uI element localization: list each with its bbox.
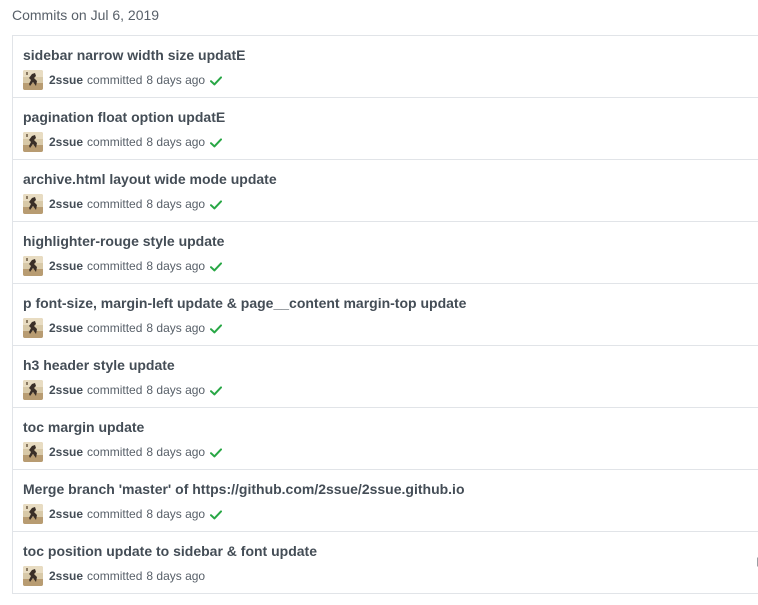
commit-relative-time: 8 days ago bbox=[146, 507, 206, 521]
commit-row: h3 header style update 2ssue committed 8… bbox=[12, 346, 758, 408]
commit-group-date-heading: Commits on Jul 6, 2019 bbox=[12, 7, 160, 23]
commit-row: archive.html layout wide mode update 2ss… bbox=[12, 160, 758, 222]
commit-author-link[interactable]: 2ssue bbox=[49, 445, 83, 459]
commit-list: sidebar narrow width size updatE 2ssue c… bbox=[12, 35, 758, 594]
commit-author-link[interactable]: 2ssue bbox=[49, 383, 83, 397]
author-avatar[interactable] bbox=[23, 442, 43, 462]
commit-message-link[interactable]: pagination float option updatE bbox=[23, 108, 225, 126]
commit-verb: committed bbox=[87, 73, 143, 87]
commit-row: highlighter-rouge style update 2ssue com… bbox=[12, 222, 758, 284]
commit-meta: 2ssue committed 8 days ago bbox=[23, 70, 223, 90]
commit-verb: committed bbox=[87, 321, 143, 335]
commit-meta: 2ssue committed 8 days ago bbox=[23, 318, 223, 338]
commit-author-link[interactable]: 2ssue bbox=[49, 73, 83, 87]
commit-verb: committed bbox=[87, 135, 143, 149]
commit-relative-time: 8 days ago bbox=[146, 259, 206, 273]
commit-message-link[interactable]: toc margin update bbox=[23, 418, 144, 436]
commit-row: toc position update to sidebar & font up… bbox=[12, 532, 758, 594]
commit-verb: committed bbox=[87, 445, 143, 459]
commit-meta: 2ssue committed 8 days ago bbox=[23, 194, 223, 214]
commit-row: Merge branch 'master' of https://github.… bbox=[12, 470, 758, 532]
author-avatar[interactable] bbox=[23, 194, 43, 214]
author-avatar[interactable] bbox=[23, 380, 43, 400]
check-icon[interactable] bbox=[210, 137, 223, 148]
commit-meta: 2ssue committed 8 days ago bbox=[23, 442, 223, 462]
commit-message-link[interactable]: h3 header style update bbox=[23, 356, 175, 374]
check-icon[interactable] bbox=[210, 199, 223, 210]
commit-relative-time: 8 days ago bbox=[146, 569, 206, 583]
check-icon[interactable] bbox=[210, 261, 223, 272]
commit-row: p font-size, margin-left update & page__… bbox=[12, 284, 758, 346]
author-avatar[interactable] bbox=[23, 504, 43, 524]
check-icon[interactable] bbox=[210, 75, 223, 86]
check-icon[interactable] bbox=[210, 447, 223, 458]
commit-meta: 2ssue committed 8 days ago bbox=[23, 380, 223, 400]
commit-row: pagination float option updatE 2ssue com… bbox=[12, 98, 758, 160]
author-avatar[interactable] bbox=[23, 566, 43, 586]
commit-row: sidebar narrow width size updatE 2ssue c… bbox=[12, 36, 758, 98]
check-icon[interactable] bbox=[210, 385, 223, 396]
commit-author-link[interactable]: 2ssue bbox=[49, 507, 83, 521]
commit-relative-time: 8 days ago bbox=[146, 383, 206, 397]
commit-verb: committed bbox=[87, 383, 143, 397]
commit-row: toc margin update 2ssue committed 8 days… bbox=[12, 408, 758, 470]
commit-relative-time: 8 days ago bbox=[146, 321, 206, 335]
commit-author-link[interactable]: 2ssue bbox=[49, 321, 83, 335]
commit-author-link[interactable]: 2ssue bbox=[49, 135, 83, 149]
commit-meta: 2ssue committed 8 days ago bbox=[23, 132, 223, 152]
commit-relative-time: 8 days ago bbox=[146, 197, 206, 211]
commit-verb: committed bbox=[87, 259, 143, 273]
author-avatar[interactable] bbox=[23, 70, 43, 90]
commit-relative-time: 8 days ago bbox=[146, 135, 206, 149]
commit-message-link[interactable]: p font-size, margin-left update & page__… bbox=[23, 294, 466, 312]
commit-meta: 2ssue committed 8 days ago bbox=[23, 504, 223, 524]
author-avatar[interactable] bbox=[23, 132, 43, 152]
commit-message-link[interactable]: sidebar narrow width size updatE bbox=[23, 46, 245, 64]
commit-verb: committed bbox=[87, 197, 143, 211]
commit-meta: 2ssue committed 8 days ago bbox=[23, 256, 223, 276]
commit-verb: committed bbox=[87, 569, 143, 583]
author-avatar[interactable] bbox=[23, 318, 43, 338]
check-icon[interactable] bbox=[210, 509, 223, 520]
commit-meta: 2ssue committed 8 days ago bbox=[23, 566, 205, 586]
author-avatar[interactable] bbox=[23, 256, 43, 276]
commit-message-link[interactable]: toc position update to sidebar & font up… bbox=[23, 542, 317, 560]
commit-relative-time: 8 days ago bbox=[146, 73, 206, 87]
commit-author-link[interactable]: 2ssue bbox=[49, 197, 83, 211]
commit-message-link[interactable]: archive.html layout wide mode update bbox=[23, 170, 277, 188]
commit-relative-time: 8 days ago bbox=[146, 445, 206, 459]
commit-history-page: Commits on Jul 6, 2019 sidebar narrow wi… bbox=[0, 0, 758, 605]
commit-author-link[interactable]: 2ssue bbox=[49, 259, 83, 273]
commit-message-link[interactable]: highlighter-rouge style update bbox=[23, 232, 224, 250]
commit-message-link[interactable]: Merge branch 'master' of https://github.… bbox=[23, 480, 465, 498]
check-icon[interactable] bbox=[210, 323, 223, 334]
commit-verb: committed bbox=[87, 507, 143, 521]
commit-author-link[interactable]: 2ssue bbox=[49, 569, 83, 583]
